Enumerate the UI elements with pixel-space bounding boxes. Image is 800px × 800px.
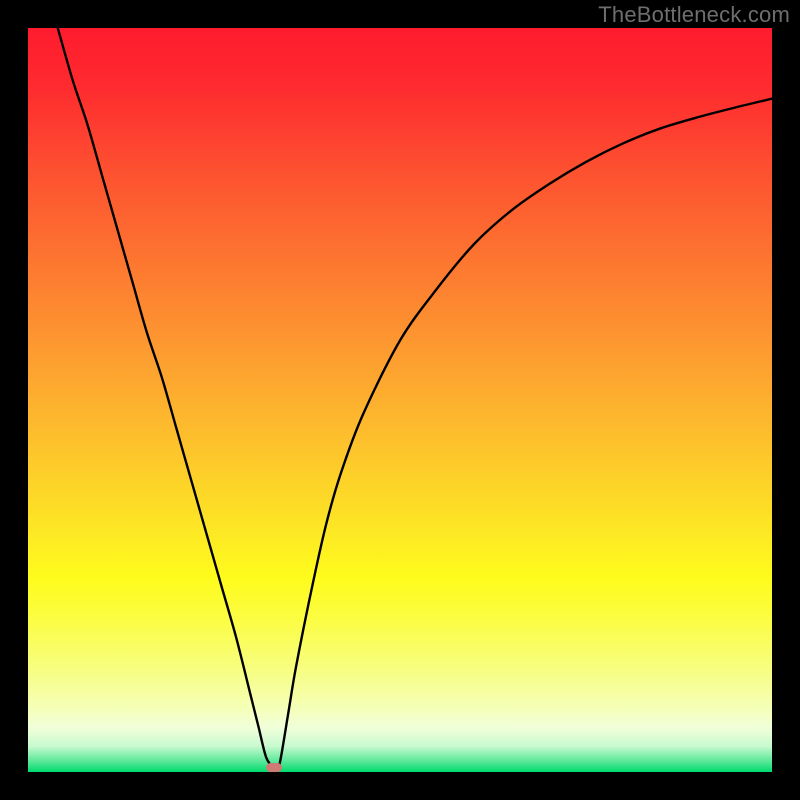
optimal-point-marker [266,763,282,772]
bottleneck-curve [28,28,772,772]
chart-frame: TheBottleneck.com [0,0,800,800]
gradient-background [28,28,772,772]
watermark-text: TheBottleneck.com [598,2,790,28]
plot-area [28,28,772,772]
